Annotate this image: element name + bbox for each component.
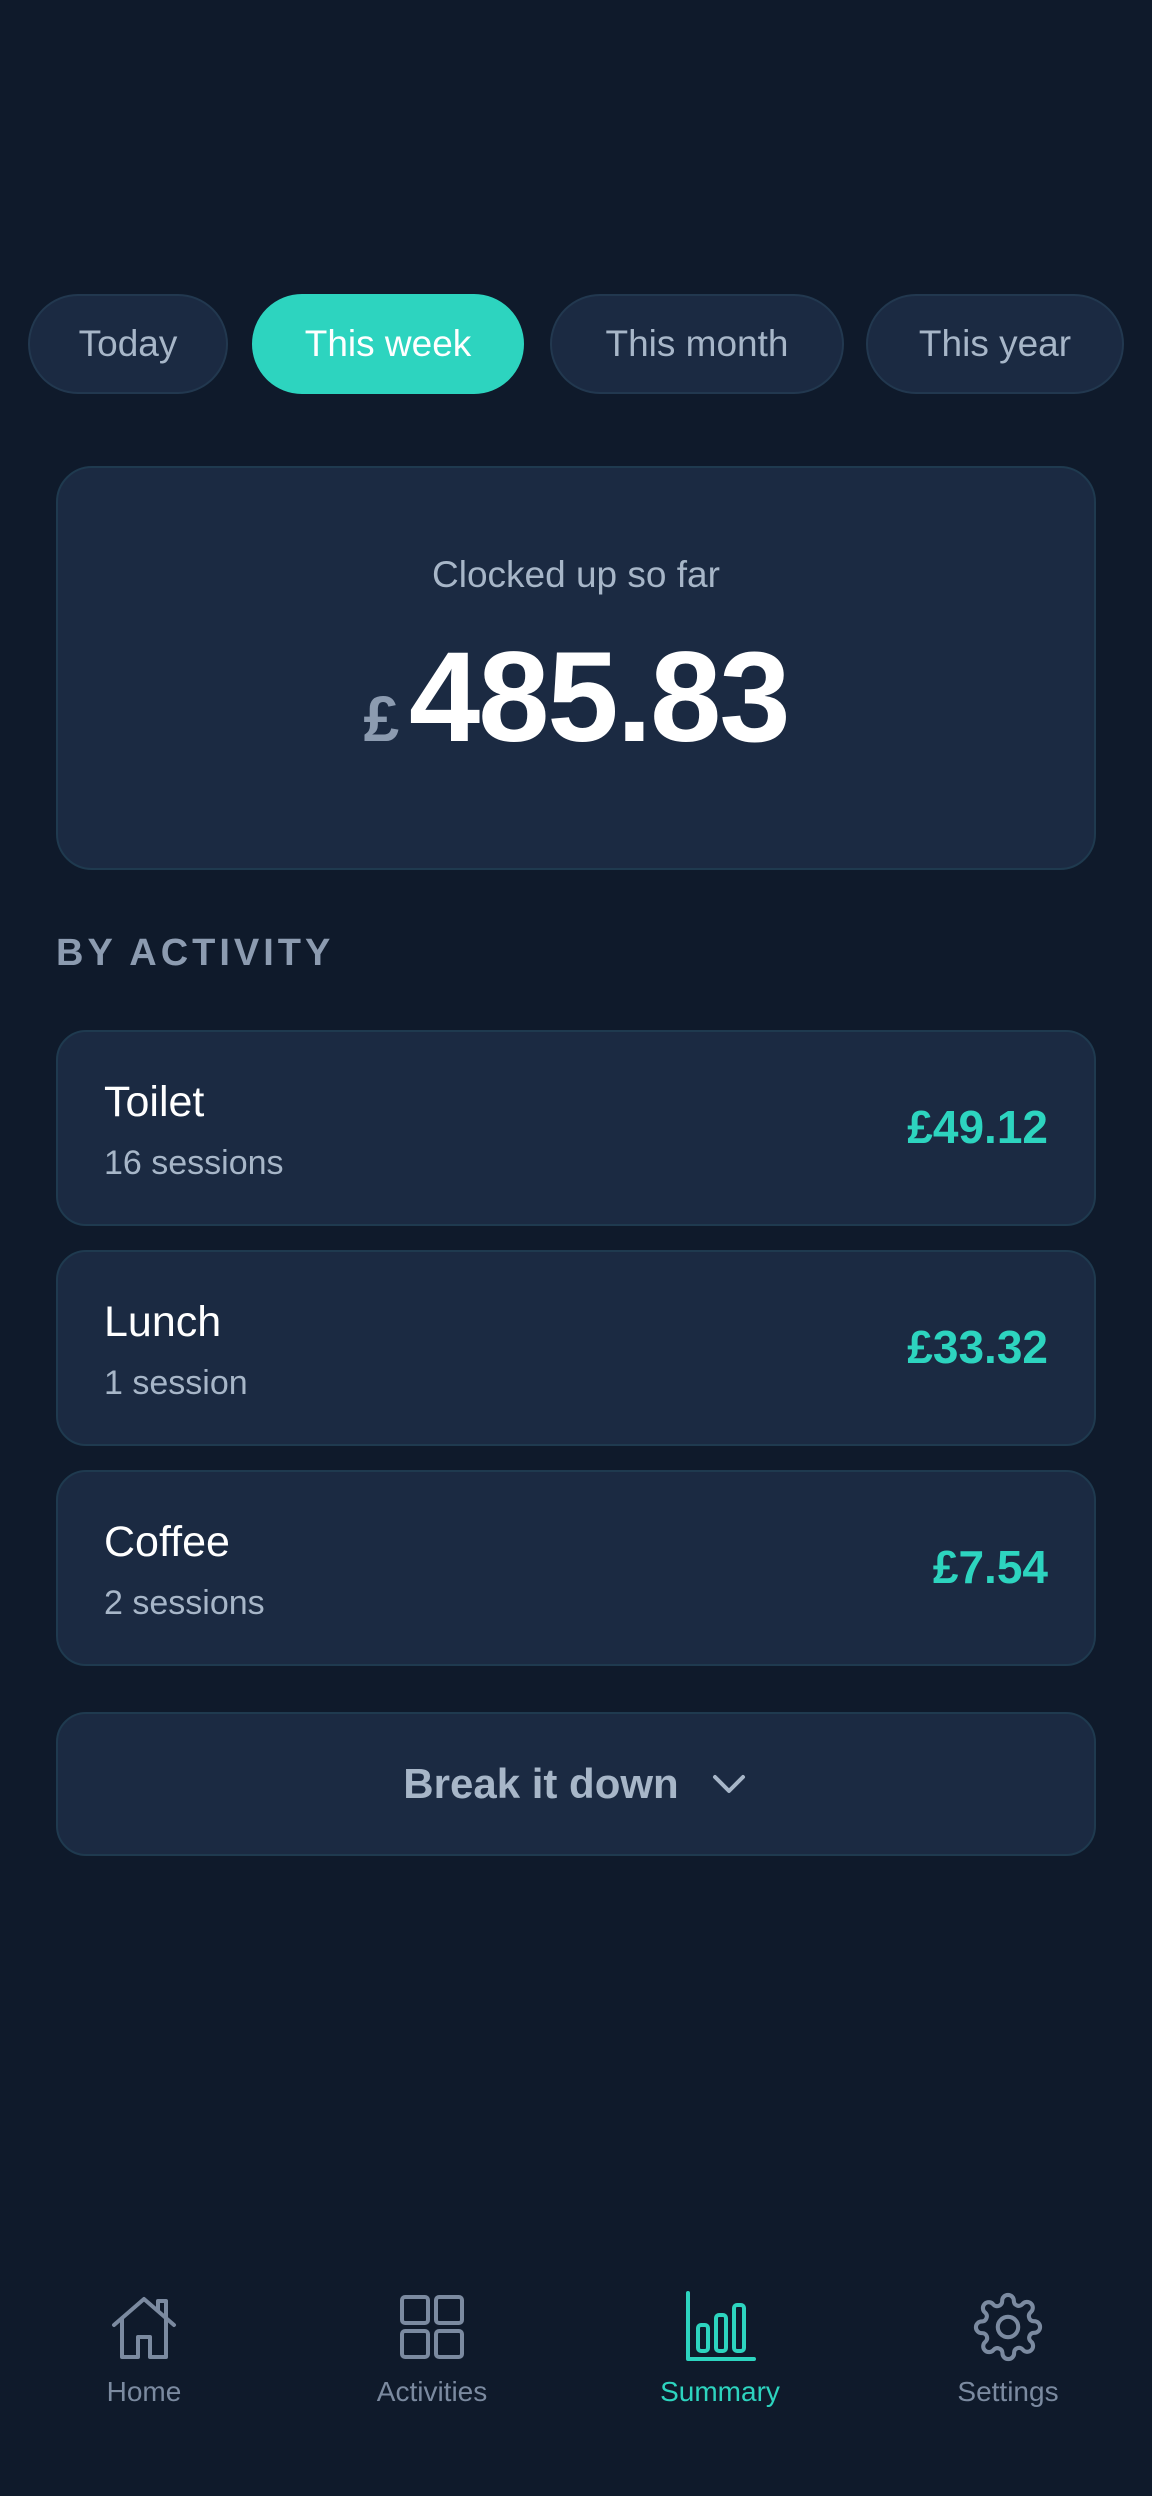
activity-sessions: 16 sessions	[104, 1144, 284, 1182]
activity-name: Lunch	[104, 1298, 222, 1346]
activity-row-coffee[interactable]: Coffee 2 sessions £7.54	[56, 1470, 1096, 1666]
nav-summary[interactable]: Summary	[620, 2290, 820, 2430]
tab-this-year[interactable]: This year	[866, 294, 1124, 394]
currency-symbol: £	[363, 683, 400, 755]
grid-icon	[395, 2290, 469, 2364]
tab-today[interactable]: Today	[28, 294, 228, 394]
bottom-nav: Home Activities Summary Settings	[0, 2290, 1152, 2496]
tab-this-week[interactable]: This week	[252, 294, 524, 394]
nav-label: Settings	[957, 2376, 1059, 2407]
period-tabs: Today This week This month This year	[28, 294, 1124, 398]
activity-name: Coffee	[104, 1518, 230, 1566]
section-heading: BY ACTIVITY	[56, 932, 335, 974]
bar-chart-icon	[683, 2290, 757, 2364]
activity-sessions: 2 sessions	[104, 1584, 265, 1622]
activity-amount: £7.54	[932, 1541, 1048, 1593]
activity-amount: £33.32	[907, 1321, 1048, 1373]
nav-activities[interactable]: Activities	[332, 2290, 532, 2430]
nav-label: Home	[106, 2376, 182, 2407]
total-card: Clocked up so far £ 485.83	[56, 466, 1096, 870]
nav-label: Summary	[660, 2376, 780, 2407]
activity-name: Toilet	[104, 1078, 205, 1126]
activity-amount: £49.12	[907, 1101, 1048, 1153]
break-it-down-label: Break it down	[403, 1760, 679, 1807]
activity-row-lunch[interactable]: Lunch 1 session £33.32	[56, 1250, 1096, 1446]
nav-settings[interactable]: Settings	[908, 2290, 1108, 2430]
total-label: Clocked up so far	[432, 554, 720, 595]
nav-home[interactable]: Home	[44, 2290, 244, 2430]
total-value: 485.83	[409, 626, 790, 769]
gear-icon	[971, 2290, 1045, 2364]
chevron-down-icon	[709, 1764, 749, 1804]
tab-this-month[interactable]: This month	[550, 294, 844, 394]
activity-sessions: 1 session	[104, 1364, 248, 1402]
home-icon	[107, 2290, 181, 2364]
nav-label: Activities	[376, 2376, 488, 2407]
total-amount: £ 485.83	[58, 624, 1094, 771]
activity-row-toilet[interactable]: Toilet 16 sessions £49.12	[56, 1030, 1096, 1226]
break-it-down-button[interactable]: Break it down	[56, 1712, 1096, 1856]
